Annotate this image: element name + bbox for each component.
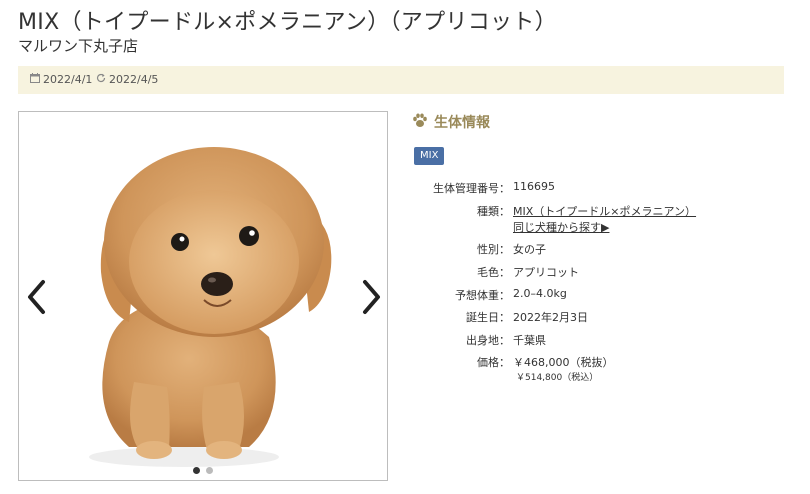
origin-value: 千葉県 <box>513 334 546 347</box>
updated-date-text: 2022/4/5 <box>109 73 159 86</box>
chevron-right-icon <box>363 280 380 314</box>
breed-value: MIX（トイプードル×ポメラニアン） <box>513 203 696 219</box>
birthday-value: 2022年2月3日 <box>513 311 588 324</box>
color-label: 毛色： <box>477 266 510 279</box>
slide-dot[interactable] <box>206 467 213 474</box>
breed-label: 種類： <box>477 205 510 218</box>
color-value: アプリコット <box>513 266 579 279</box>
price-value: ￥468,000（税抜） <box>513 356 614 369</box>
weight-label: 予想体重： <box>455 289 510 302</box>
previous-photo-button[interactable] <box>23 277 49 317</box>
slide-dot[interactable] <box>193 467 200 474</box>
same-breed-search: 同じ犬種から探す▶ <box>513 219 609 235</box>
photo-gallery <box>18 111 388 481</box>
id-value: 116695 <box>513 180 555 193</box>
calendar-icon <box>30 73 40 86</box>
id-label: 生体管理番号： <box>433 182 510 195</box>
updated-date: 2022/4/5 <box>96 73 158 86</box>
next-photo-button[interactable] <box>359 277 385 317</box>
created-date-text: 2022/4/1 <box>43 73 93 86</box>
puppy-photo <box>89 147 332 467</box>
paw-icon <box>412 113 428 132</box>
info-heading-text: 生体情報 <box>434 115 490 131</box>
created-date: 2022/4/1 <box>30 73 92 86</box>
same-breed-link[interactable]: 同じ犬種から探す▶ <box>513 221 609 234</box>
origin-label: 出身地： <box>466 334 510 347</box>
weight-value: 2.0–4.0kg <box>513 287 567 300</box>
slide-indicators <box>19 467 387 474</box>
sex-value: 女の子 <box>513 243 546 256</box>
birthday-label: 誕生日： <box>466 311 510 324</box>
price-label: 価格： <box>477 356 510 369</box>
page-title: MIX（トイプードル×ポメラニアン）（アプリコット） <box>18 10 557 35</box>
date-bar: 2022/4/1 2022/4/5 <box>18 66 784 94</box>
chevron-left-icon <box>28 280 45 314</box>
breed-badge[interactable]: MIX <box>414 147 445 165</box>
info-heading: 生体情報 <box>412 112 490 132</box>
price-tax-included: ￥514,800（税込） <box>516 373 599 383</box>
breed-link[interactable]: MIX（トイプードル×ポメラニアン） <box>513 205 696 218</box>
shop-name: マルワン下丸子店 <box>18 37 139 55</box>
refresh-icon <box>96 73 106 86</box>
sex-label: 性別： <box>477 243 510 256</box>
